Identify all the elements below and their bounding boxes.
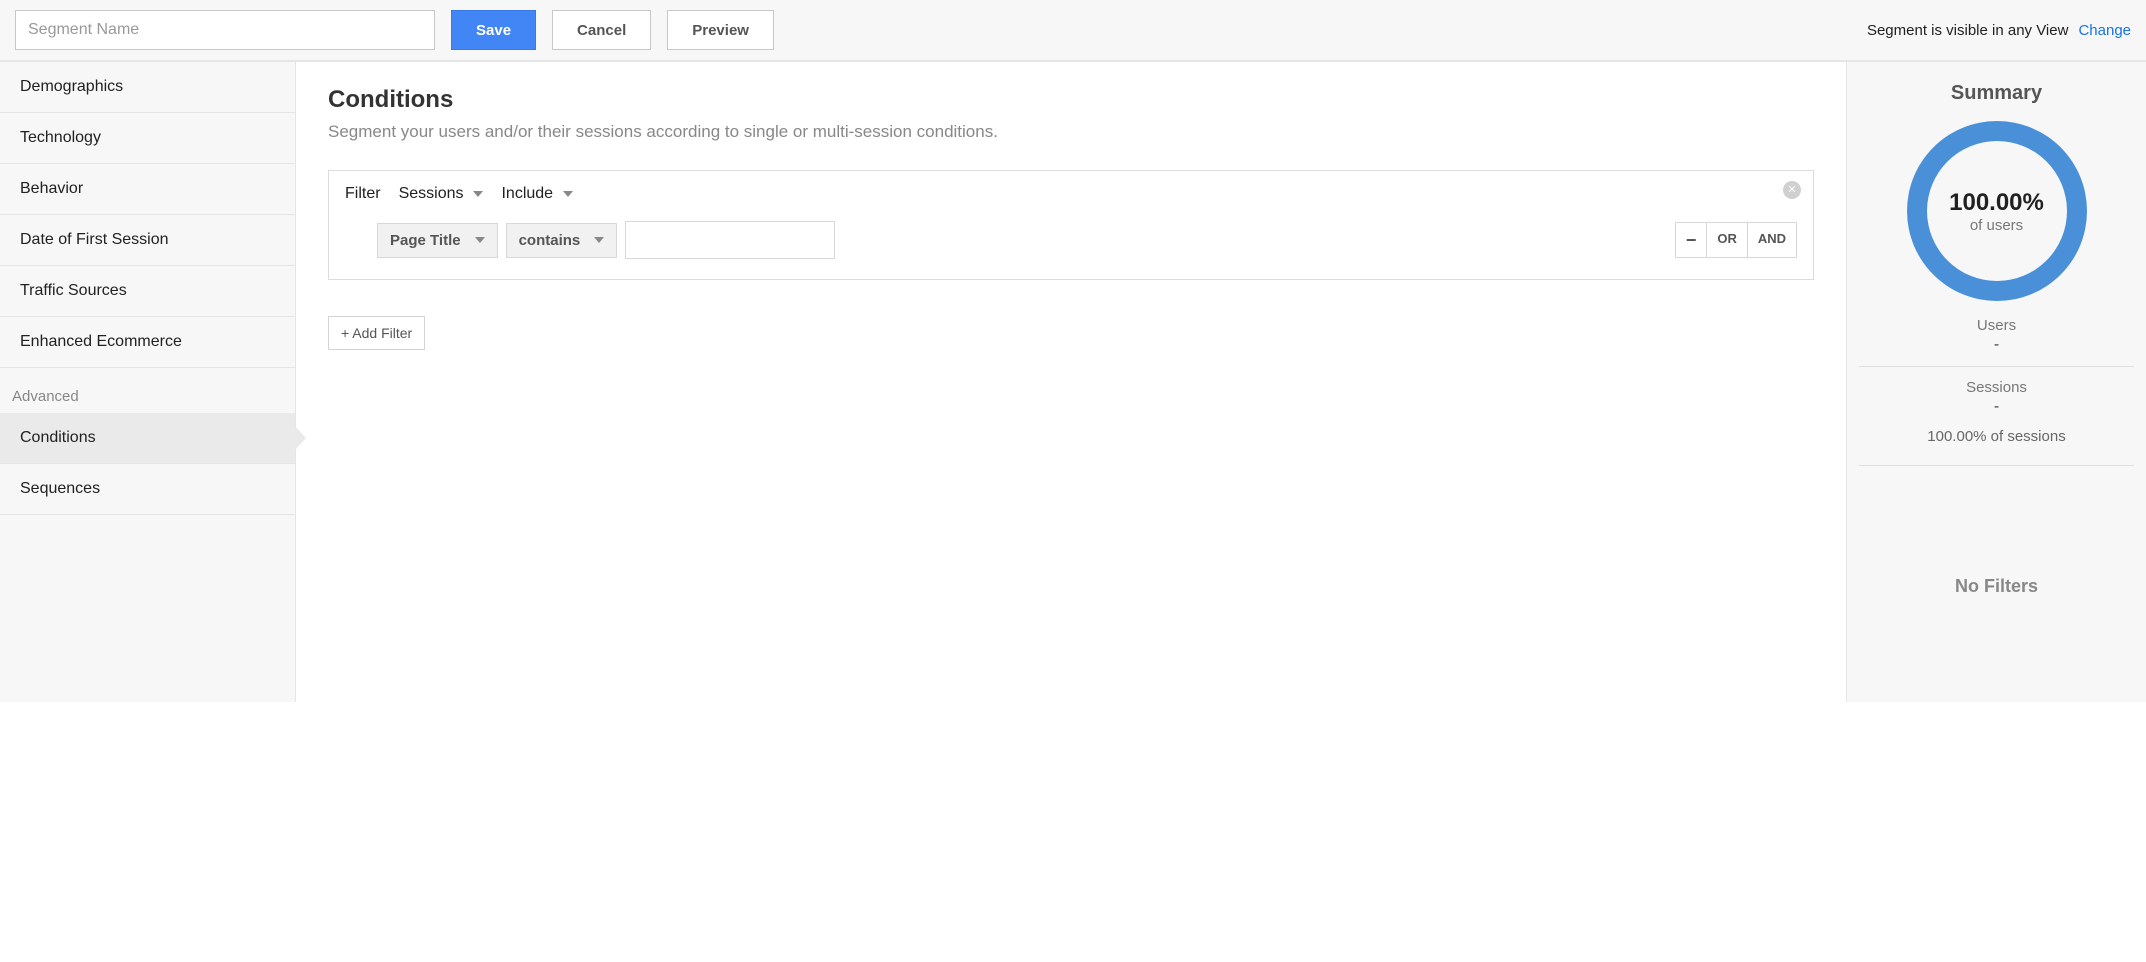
- visibility-control: Segment is visible in any View Change: [1867, 22, 2131, 39]
- change-visibility-link[interactable]: Change: [2078, 22, 2131, 39]
- content: Conditions Segment your users and/or the…: [296, 62, 1846, 702]
- page-title: Conditions: [328, 86, 1814, 114]
- summary-title: Summary: [1859, 82, 2134, 105]
- users-value: -: [1859, 336, 2134, 354]
- cancel-button[interactable]: Cancel: [552, 10, 651, 50]
- sidebar-item-sequences[interactable]: Sequences: [0, 464, 295, 515]
- users-label: Users: [1859, 317, 2134, 334]
- remove-filter-icon[interactable]: [1783, 181, 1801, 199]
- sidebar-item-technology[interactable]: Technology: [0, 113, 295, 164]
- match-value: contains: [519, 232, 581, 249]
- include-value: Include: [501, 185, 553, 203]
- remove-condition-button[interactable]: −: [1675, 222, 1708, 258]
- match-type-dropdown[interactable]: contains: [506, 223, 618, 258]
- include-dropdown[interactable]: Include: [501, 185, 573, 203]
- segment-name-input[interactable]: [15, 10, 435, 50]
- scope-value: Sessions: [399, 185, 464, 203]
- sessions-value: -: [1859, 398, 2134, 416]
- sidebar-item-enhanced-ecommerce[interactable]: Enhanced Ecommerce: [0, 317, 295, 368]
- add-filter-button[interactable]: + Add Filter: [328, 316, 425, 350]
- sidebar-item-traffic-sources[interactable]: Traffic Sources: [0, 266, 295, 317]
- and-button[interactable]: AND: [1747, 222, 1797, 258]
- caret-icon: [473, 191, 483, 197]
- scope-dropdown[interactable]: Sessions: [399, 185, 484, 203]
- sessions-percent: 100.00% of sessions: [1859, 428, 2134, 445]
- summary-panel: Summary 100.00% of users Users - Session…: [1846, 62, 2146, 702]
- preview-button[interactable]: Preview: [667, 10, 774, 50]
- filter-label: Filter: [345, 185, 381, 203]
- caret-icon: [594, 237, 604, 243]
- visibility-text: Segment is visible in any View: [1867, 22, 2069, 39]
- condition-value-input[interactable]: [625, 221, 835, 259]
- page-subtitle: Segment your users and/or their sessions…: [328, 122, 1814, 142]
- caret-icon: [563, 191, 573, 197]
- sidebar: Demographics Technology Behavior Date of…: [0, 62, 296, 702]
- sidebar-item-date-first-session[interactable]: Date of First Session: [0, 215, 295, 266]
- sidebar-item-demographics[interactable]: Demographics: [0, 62, 295, 113]
- donut-percent: 100.00%: [1949, 189, 2044, 217]
- no-filters-label: No Filters: [1859, 576, 2134, 597]
- dimension-value: Page Title: [390, 232, 461, 249]
- dimension-dropdown[interactable]: Page Title: [377, 223, 498, 258]
- save-button[interactable]: Save: [451, 10, 536, 50]
- or-button[interactable]: OR: [1706, 222, 1748, 258]
- summary-donut-chart: 100.00% of users: [1907, 121, 2087, 301]
- sessions-label: Sessions: [1859, 379, 2134, 396]
- sidebar-group-advanced: Advanced: [0, 368, 295, 413]
- caret-icon: [475, 237, 485, 243]
- donut-sublabel: of users: [1970, 217, 2023, 234]
- condition-row: Page Title contains − OR AND: [345, 221, 1797, 259]
- filter-box: Filter Sessions Include Page Title conta…: [328, 170, 1814, 280]
- sidebar-item-behavior[interactable]: Behavior: [0, 164, 295, 215]
- top-bar: Save Cancel Preview Segment is visible i…: [0, 0, 2146, 61]
- filter-header: Filter Sessions Include: [345, 185, 1797, 203]
- sidebar-item-conditions[interactable]: Conditions: [0, 413, 295, 464]
